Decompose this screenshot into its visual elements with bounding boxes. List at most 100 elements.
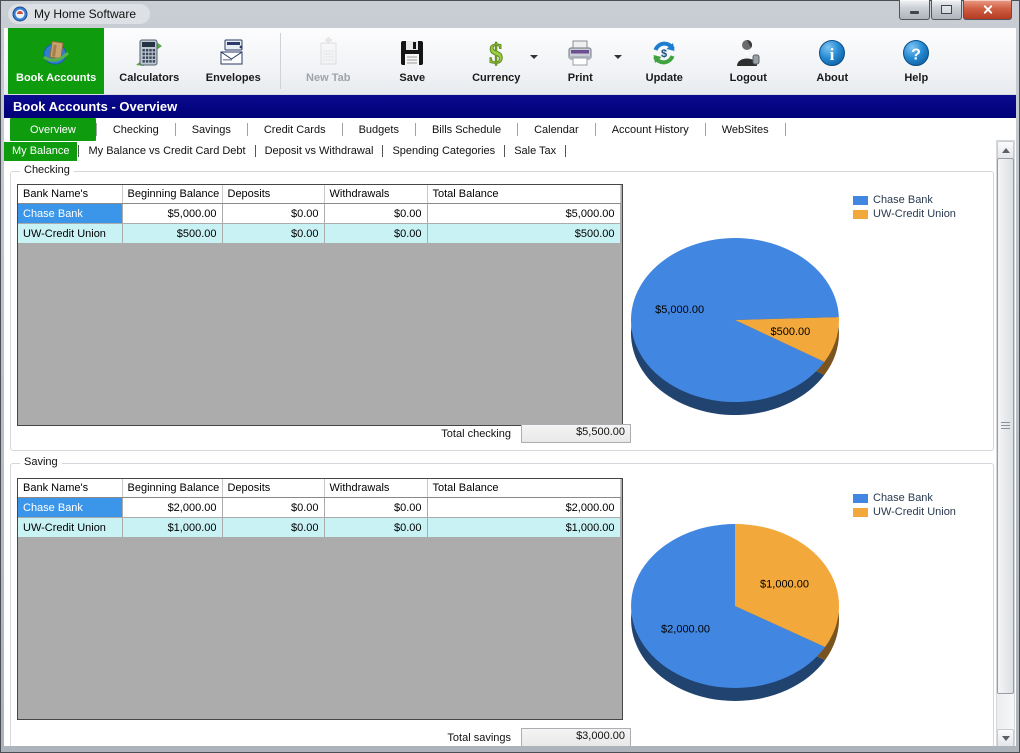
update-button[interactable]: $Update: [625, 28, 703, 94]
amount-cell[interactable]: $0.00: [324, 518, 427, 538]
pie-slice-label: $5,000.00: [655, 304, 704, 316]
saving-legend: Chase Bank UW-Credit Union: [853, 492, 956, 518]
toolbar: Book Accounts Calculators Envelopes New Tab…: [4, 28, 1016, 95]
amount-cell[interactable]: $0.00: [324, 204, 427, 224]
column-header[interactable]: Beginning Balance: [122, 185, 222, 204]
toolbar-separator: [280, 33, 281, 89]
table-header-row: Bank Name'sBeginning BalanceDepositsWith…: [18, 185, 620, 204]
svg-text:i: i: [830, 45, 835, 64]
logout-button[interactable]: Logout: [709, 28, 787, 94]
close-button[interactable]: [963, 0, 1012, 20]
calculators-button[interactable]: Calculators: [110, 28, 188, 94]
amount-cell[interactable]: $1,000.00: [122, 518, 222, 538]
dropdown-arrow-icon[interactable]: [614, 55, 622, 59]
amount-cell[interactable]: $500.00: [122, 224, 222, 244]
amount-cell[interactable]: $0.00: [324, 224, 427, 244]
svg-text:?: ?: [911, 47, 921, 64]
help-button[interactable]: ?Help: [877, 28, 955, 94]
subtab-my-balance[interactable]: My Balance: [4, 142, 77, 161]
amount-cell[interactable]: $2,000.00: [122, 498, 222, 518]
toolbar-button-label: New Tab: [306, 72, 350, 84]
saving-pie-chart: $2,000.00$1,000.00: [617, 514, 853, 718]
saving-group-label: Saving: [20, 456, 62, 468]
save-button[interactable]: Save: [373, 28, 451, 94]
legend-label: UW-Credit Union: [873, 506, 956, 518]
column-header[interactable]: Total Balance: [427, 479, 620, 498]
subtab-my-balance-vs-credit-card-debt[interactable]: My Balance vs Credit Card Debt: [80, 142, 253, 161]
app-icon: [12, 6, 28, 22]
amount-cell[interactable]: $0.00: [222, 498, 324, 518]
table-header-row: Bank Name'sBeginning BalanceDepositsWith…: [18, 479, 620, 498]
scrollbar-thumb[interactable]: [997, 158, 1014, 694]
table-row[interactable]: Chase Bank$5,000.00$0.00$0.00$5,000.00: [18, 204, 620, 224]
subtab-sale-tax[interactable]: Sale Tax: [506, 142, 564, 161]
column-header[interactable]: Bank Name's: [18, 185, 122, 204]
toolbar-button-label: Calculators: [119, 72, 179, 84]
envelopes-button[interactable]: Envelopes: [194, 28, 272, 94]
vertical-scrollbar[interactable]: [996, 140, 1015, 746]
bank-name-cell[interactable]: Chase Bank: [18, 204, 122, 224]
column-header[interactable]: Withdrawals: [324, 479, 427, 498]
saving-group: Saving Bank Name'sBeginning BalanceDepos…: [10, 463, 994, 746]
maximize-button[interactable]: [931, 0, 962, 20]
tab-credit-cards[interactable]: Credit Cards: [248, 118, 342, 141]
toolbar-button-label: Print: [568, 72, 593, 84]
legend-label: UW-Credit Union: [873, 208, 956, 220]
column-header[interactable]: Bank Name's: [18, 479, 122, 498]
amount-cell[interactable]: $5,000.00: [427, 204, 620, 224]
column-header[interactable]: Beginning Balance: [122, 479, 222, 498]
amount-cell[interactable]: $2,000.00: [427, 498, 620, 518]
subtab-deposit-vs-withdrawal[interactable]: Deposit vs Withdrawal: [257, 142, 382, 161]
column-header[interactable]: Total Balance: [427, 185, 620, 204]
bank-name-cell[interactable]: UW-Credit Union: [18, 224, 122, 244]
bank-name-cell[interactable]: UW-Credit Union: [18, 518, 122, 538]
dropdown-arrow-icon[interactable]: [530, 55, 538, 59]
column-header[interactable]: Deposits: [222, 185, 324, 204]
tab-checking[interactable]: Checking: [97, 118, 175, 141]
checking-total-row: Total checking $5,500.00: [311, 424, 631, 443]
tab-websites[interactable]: WebSites: [706, 118, 785, 141]
checking-pie-chart: $5,000.00$500.00: [617, 228, 853, 432]
tab-divider: [382, 145, 383, 157]
tab-divider: [504, 145, 505, 157]
amount-cell[interactable]: $1,000.00: [427, 518, 620, 538]
saving-total-field: $3,000.00: [521, 728, 631, 746]
minimize-button[interactable]: [899, 0, 930, 20]
table-row[interactable]: UW-Credit Union$1,000.00$0.00$0.00$1,000…: [18, 518, 620, 538]
book-accounts-button[interactable]: Book Accounts: [8, 28, 104, 94]
amount-cell[interactable]: $0.00: [222, 204, 324, 224]
title-pill: My Home Software: [8, 4, 150, 24]
tab-bills-schedule[interactable]: Bills Schedule: [416, 118, 517, 141]
amount-cell[interactable]: $0.00: [222, 224, 324, 244]
about-button[interactable]: iAbout: [793, 28, 871, 94]
window-title: My Home Software: [34, 7, 136, 21]
saving-total-label: Total savings: [311, 732, 511, 744]
amount-cell[interactable]: $0.00: [324, 498, 427, 518]
legend-label: Chase Bank: [873, 492, 933, 504]
tab-divider: [78, 145, 79, 157]
amount-cell[interactable]: $5,000.00: [122, 204, 222, 224]
tab-calendar[interactable]: Calendar: [518, 118, 595, 141]
table-row[interactable]: UW-Credit Union$500.00$0.00$0.00$500.00: [18, 224, 620, 244]
table-row[interactable]: Chase Bank$2,000.00$0.00$0.00$2,000.00: [18, 498, 620, 518]
new-tab-button: New Tab: [289, 28, 367, 94]
scroll-down-button[interactable]: [997, 729, 1014, 746]
subtab-spending-categories[interactable]: Spending Categories: [384, 142, 503, 161]
amount-cell[interactable]: $500.00: [427, 224, 620, 244]
tab-budgets[interactable]: Budgets: [343, 118, 415, 141]
tab-overview[interactable]: Overview: [10, 118, 96, 141]
legend-item: Chase Bank: [853, 492, 956, 504]
bank-name-cell[interactable]: Chase Bank: [18, 498, 122, 518]
tab-account-history[interactable]: Account History: [596, 118, 705, 141]
currency-icon: $: [480, 37, 512, 69]
print-button[interactable]: Print: [541, 28, 619, 94]
scroll-up-button[interactable]: [997, 141, 1014, 159]
amount-cell[interactable]: $0.00: [222, 518, 324, 538]
legend-swatch: [853, 210, 868, 219]
currency-button[interactable]: $Currency: [457, 28, 535, 94]
book-accounts-icon: [40, 37, 72, 69]
column-header[interactable]: Deposits: [222, 479, 324, 498]
column-header[interactable]: Withdrawals: [324, 185, 427, 204]
minimize-icon: [910, 11, 919, 14]
tab-savings[interactable]: Savings: [176, 118, 247, 141]
